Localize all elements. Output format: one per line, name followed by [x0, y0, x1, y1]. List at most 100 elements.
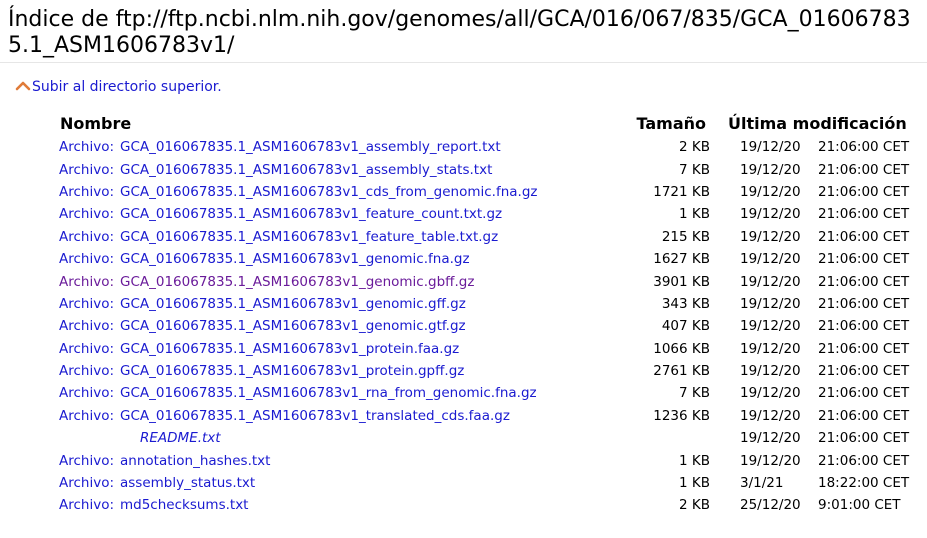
parent-directory-label: Subir al directorio superior.: [32, 79, 222, 95]
modified-date: 3/1/21: [740, 475, 784, 492]
modified-time: 21:06:00 CET: [818, 430, 910, 447]
table-header-row: Nombre Tamaño Última modificación: [54, 111, 911, 136]
table-row: Archivo: GCA_016067835.1_ASM1606783v1_gen…: [54, 293, 911, 315]
file-type-label: Archivo:: [59, 363, 115, 380]
table-row: Archivo: GCA_016067835.1_ASM1606783v1_ass…: [54, 136, 911, 158]
file-size: 2 KB: [679, 497, 710, 514]
table-row: Archivo: GCA_016067835.1_ASM1606783v1_tra…: [54, 405, 911, 427]
file-link[interactable]: GCA_016067835.1_ASM1606783v1_rna_from_ge…: [120, 385, 537, 401]
file-size: [610, 427, 716, 449]
file-link[interactable]: GCA_016067835.1_ASM1606783v1_genomic.fna…: [120, 251, 470, 267]
file-link[interactable]: GCA_016067835.1_ASM1606783v1_protein.gpf…: [120, 363, 464, 379]
file-size: 3901 KB: [653, 273, 710, 290]
file-name-cell: GCA_016067835.1_ASM1606783v1_cds_from_ge…: [120, 181, 610, 203]
file-type-label: Archivo:: [59, 475, 115, 492]
table-row: Archivo: GCA_016067835.1_ASM1606783v1_fea…: [54, 203, 911, 225]
table-row: Archivo: md5checksums.txt 2 KB 25/12/20 9:01…: [54, 494, 911, 516]
table-row: Archivo: annotation_hashes.txt 1 KB 19/12/2…: [54, 449, 911, 471]
table-row: Archivo: GCA_016067835.1_ASM1606783v1_cds…: [54, 181, 911, 203]
file-link[interactable]: GCA_016067835.1_ASM1606783v1_protein.faa…: [120, 341, 459, 357]
table-row: Archivo: GCA_016067835.1_ASM1606783v1_rna…: [54, 382, 911, 404]
file-link[interactable]: GCA_016067835.1_ASM1606783v1_genomic.gtf…: [120, 318, 466, 334]
file-name-cell: GCA_016067835.1_ASM1606783v1_assembly_st…: [120, 158, 610, 180]
file-size: 1236 KB: [653, 407, 710, 424]
modified-time: 21:06:00 CET: [818, 407, 910, 424]
table-row: Archivo: GCA_016067835.1_ASM1606783v1_pro…: [54, 360, 911, 382]
file-link[interactable]: assembly_status.txt: [120, 475, 255, 491]
file-name-cell: GCA_016067835.1_ASM1606783v1_genomic.fna…: [120, 248, 610, 270]
column-header-size[interactable]: Tamaño: [610, 111, 716, 136]
file-type-label: Archivo:: [59, 407, 115, 424]
file-size: 1 KB: [679, 206, 710, 223]
modified-time: 21:06:00 CET: [818, 228, 910, 245]
table-row: Archivo: GCA_016067835.1_ASM1606783v1_gen…: [54, 315, 911, 337]
modified-date: 19/12/20: [740, 385, 801, 402]
file-size: 2761 KB: [653, 363, 710, 380]
modified-date: 19/12/20: [740, 228, 801, 245]
file-link[interactable]: GCA_016067835.1_ASM1606783v1_translated_…: [120, 408, 510, 424]
table-row: Archivo: assembly_status.txt 1 KB 3/1/21 18:…: [54, 472, 911, 494]
file-type-label: Archivo:: [59, 497, 115, 514]
table-row: Archivo: GCA_016067835.1_ASM1606783v1_pro…: [54, 338, 911, 360]
file-link[interactable]: GCA_016067835.1_ASM1606783v1_assembly_st…: [120, 162, 492, 178]
file-type-label: Archivo:: [59, 340, 115, 357]
file-type-label: Archivo:: [59, 251, 115, 268]
file-type-label: Archivo:: [59, 273, 115, 290]
file-name-cell: GCA_016067835.1_ASM1606783v1_rna_from_ge…: [120, 382, 610, 404]
table-row: Archivo: GCA_016067835.1_ASM1606783v1_gen…: [54, 270, 911, 292]
modified-time: 21:06:00 CET: [818, 273, 910, 290]
file-name-cell: GCA_016067835.1_ASM1606783v1_feature_tab…: [120, 226, 610, 248]
file-link[interactable]: md5checksums.txt: [120, 497, 248, 513]
modified-time: 9:01:00 CET: [818, 497, 901, 514]
file-table: Nombre Tamaño Última modificación Archiv…: [54, 111, 911, 517]
file-name-cell: md5checksums.txt: [120, 494, 610, 516]
table-row: README.txt 19/12/20 21:06:00 CET: [54, 427, 911, 449]
file-name-cell: GCA_016067835.1_ASM1606783v1_protein.faa…: [120, 338, 610, 360]
modified-time: 21:06:00 CET: [818, 340, 910, 357]
file-link[interactable]: GCA_016067835.1_ASM1606783v1_genomic.gbf…: [120, 274, 474, 290]
file-size: 1627 KB: [653, 251, 710, 268]
file-link[interactable]: GCA_016067835.1_ASM1606783v1_feature_tab…: [120, 229, 498, 245]
file-type-label: Archivo:: [59, 295, 115, 312]
modified-date: 19/12/20: [740, 318, 801, 335]
file-list: Archivo: GCA_016067835.1_ASM1606783v1_ass…: [54, 136, 911, 517]
file-link[interactable]: GCA_016067835.1_ASM1606783v1_assembly_re…: [120, 139, 501, 155]
file-link[interactable]: README.txt: [140, 430, 221, 446]
file-size: 1 KB: [679, 452, 710, 469]
modified-time: 21:06:00 CET: [818, 206, 910, 223]
file-type-label: Archivo:: [59, 139, 115, 156]
file-name-cell: annotation_hashes.txt: [120, 449, 610, 471]
file-size: 1066 KB: [653, 340, 710, 357]
file-type-label: Archivo:: [59, 206, 115, 223]
file-size: 407 KB: [661, 318, 710, 335]
table-row: Archivo: GCA_016067835.1_ASM1606783v1_ass…: [54, 158, 911, 180]
modified-time: 21:06:00 CET: [818, 363, 910, 380]
modified-date: 19/12/20: [740, 183, 801, 200]
file-type-label: Archivo:: [59, 161, 115, 178]
file-type-label: [54, 427, 120, 449]
modified-date: 25/12/20: [740, 497, 801, 514]
modified-date: 19/12/20: [740, 452, 801, 469]
file-link[interactable]: GCA_016067835.1_ASM1606783v1_cds_from_ge…: [120, 184, 538, 200]
column-header-name[interactable]: Nombre: [54, 111, 610, 136]
modified-date: 19/12/20: [740, 251, 801, 268]
file-name-cell: GCA_016067835.1_ASM1606783v1_genomic.gbf…: [120, 270, 610, 292]
file-link[interactable]: GCA_016067835.1_ASM1606783v1_feature_cou…: [120, 206, 502, 222]
modified-date: 19/12/20: [740, 430, 801, 447]
file-link[interactable]: GCA_016067835.1_ASM1606783v1_genomic.gff…: [120, 296, 466, 312]
table-row: Archivo: GCA_016067835.1_ASM1606783v1_fea…: [54, 226, 911, 248]
file-type-label: Archivo:: [59, 183, 115, 200]
modified-time: 21:06:00 CET: [818, 295, 910, 312]
file-name-cell: GCA_016067835.1_ASM1606783v1_assembly_re…: [120, 136, 610, 158]
file-size: 215 KB: [661, 228, 710, 245]
modified-date: 19/12/20: [740, 206, 801, 223]
file-size: 7 KB: [679, 385, 710, 402]
modified-time: 21:06:00 CET: [818, 161, 910, 178]
file-name-cell: assembly_status.txt: [120, 472, 610, 494]
file-size: 7 KB: [679, 161, 710, 178]
file-link[interactable]: annotation_hashes.txt: [120, 453, 270, 469]
file-name-cell: GCA_016067835.1_ASM1606783v1_translated_…: [120, 405, 610, 427]
parent-directory-link[interactable]: Subir al directorio superior.: [14, 77, 927, 97]
modified-time: 21:06:00 CET: [818, 318, 910, 335]
column-header-modified[interactable]: Última modificación: [716, 111, 911, 136]
